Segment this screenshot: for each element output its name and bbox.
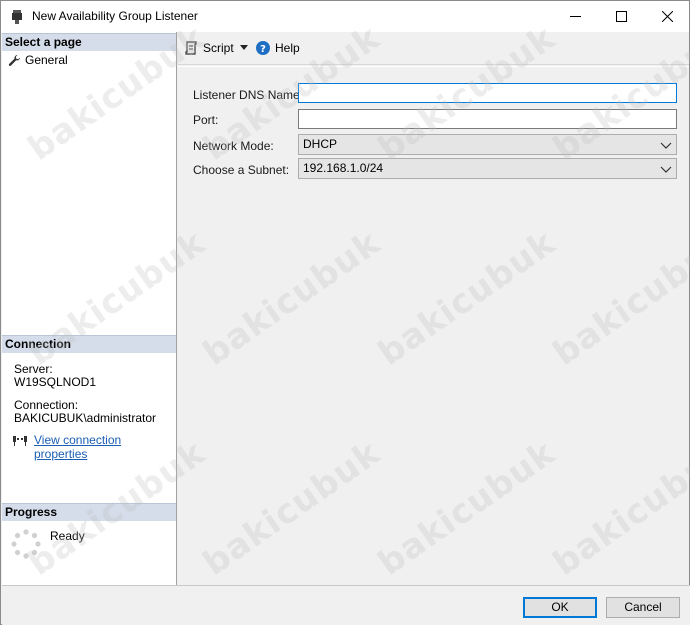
close-button[interactable] (644, 1, 690, 32)
connection-plug-icon (13, 436, 27, 446)
maximize-button[interactable] (598, 1, 644, 32)
dialog-window: New Availability Group Listener Select a… (0, 0, 690, 625)
server-label: Server: (14, 362, 53, 376)
port-input[interactable] (298, 109, 677, 129)
connection-label: Connection: (14, 398, 79, 412)
wrench-icon (8, 54, 20, 66)
cancel-button[interactable]: Cancel (606, 597, 680, 618)
script-button[interactable]: Script (185, 41, 234, 55)
subnet-select[interactable]: 192.168.1.0/24 (298, 158, 677, 179)
sidebar-item-label: General (25, 53, 68, 67)
help-button[interactable]: ? Help (256, 41, 300, 55)
view-connection-properties-link[interactable]: View connection properties (34, 433, 176, 461)
script-dropdown-button[interactable] (240, 45, 248, 50)
subnet-value: 192.168.1.0/24 (303, 161, 384, 175)
select-page-header: Select a page (2, 33, 176, 51)
window-title: New Availability Group Listener (32, 9, 198, 23)
sidebar: Select a page General Connection Server:… (2, 32, 177, 585)
minimize-icon (569, 16, 581, 17)
connection-value: BAKICUBUK\administrator (14, 411, 157, 425)
help-label: Help (275, 41, 300, 55)
chevron-down-icon (240, 45, 248, 50)
progress-spinner-icon (11, 529, 41, 559)
sidebar-item-general[interactable]: General (8, 52, 68, 68)
dns-name-input[interactable] (298, 83, 677, 103)
chevron-down-icon (660, 166, 672, 173)
progress-header: Progress (2, 503, 176, 521)
network-mode-value: DHCP (303, 137, 338, 151)
sql-server-icon (12, 10, 22, 24)
maximize-icon (615, 11, 627, 22)
form-area: Listener DNS Name: Port: Network Mode: D… (178, 66, 689, 585)
subnet-label: Choose a Subnet: (193, 163, 290, 177)
close-icon (661, 11, 673, 22)
network-mode-label: Network Mode: (193, 139, 274, 153)
chevron-down-icon (660, 142, 672, 149)
ok-button[interactable]: OK (523, 597, 597, 618)
script-label: Script (203, 41, 234, 55)
help-icon: ? (256, 41, 270, 55)
title-bar: New Availability Group Listener (1, 1, 689, 32)
script-icon (185, 41, 197, 55)
main-panel: Script ? Help Listener DNS Name: Port: N… (178, 32, 689, 585)
connection-header: Connection (2, 335, 176, 353)
progress-status: Ready (50, 529, 85, 543)
server-value: W19SQLNOD1 (14, 375, 97, 389)
toolbar: Script ? Help (178, 32, 689, 65)
network-mode-select[interactable]: DHCP (298, 134, 677, 155)
dns-name-label: Listener DNS Name: (193, 88, 304, 102)
dialog-footer: OK Cancel (2, 585, 690, 625)
minimize-button[interactable] (552, 1, 598, 32)
port-label: Port: (193, 113, 219, 127)
svg-text:?: ? (260, 44, 266, 55)
